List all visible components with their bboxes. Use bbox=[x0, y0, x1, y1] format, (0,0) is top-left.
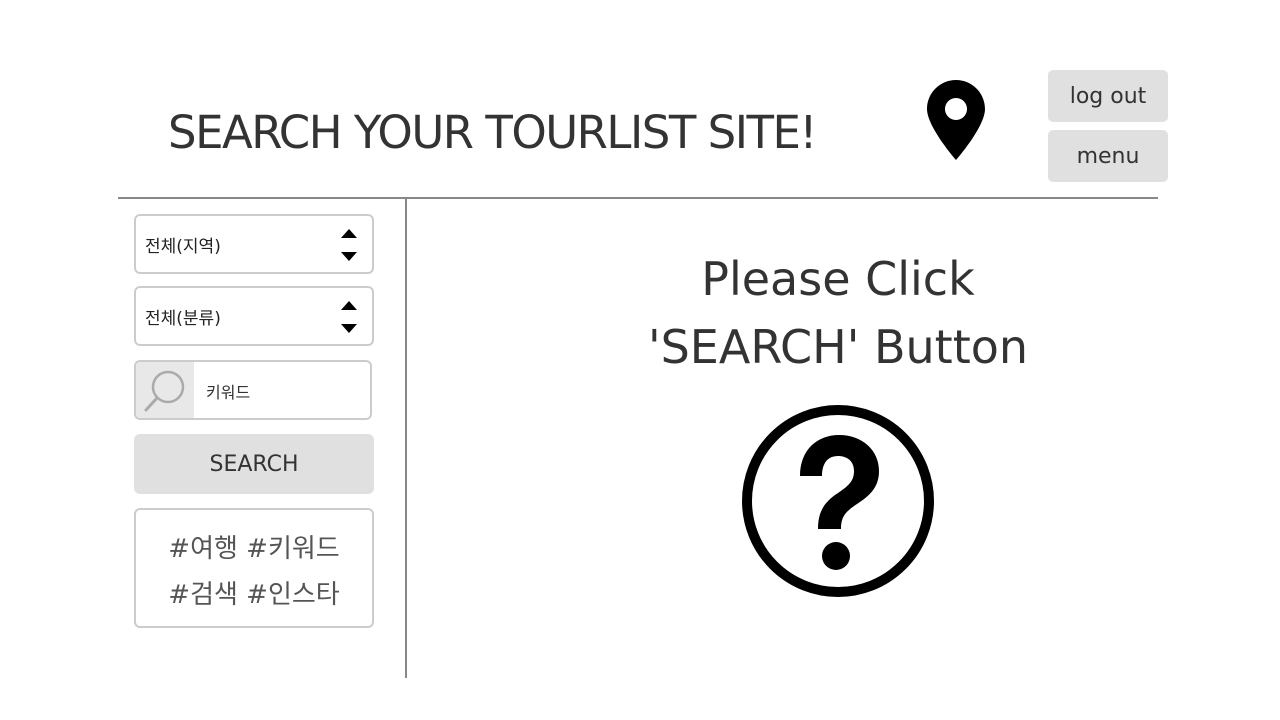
up-down-stepper-icon bbox=[341, 229, 357, 261]
sidebar-divider bbox=[405, 197, 407, 678]
header-divider bbox=[118, 197, 1158, 199]
map-pin-icon bbox=[927, 80, 985, 160]
region-select[interactable]: 전체(지역) bbox=[134, 214, 374, 274]
search-icon bbox=[144, 370, 185, 412]
prompt-line: 'SEARCH' Button bbox=[647, 320, 1029, 374]
question-mark-circle-icon bbox=[742, 405, 934, 597]
search-icon-area bbox=[136, 362, 194, 418]
category-select-value: 전체(분류) bbox=[145, 308, 221, 329]
keyword-search-input[interactable]: 키워드 bbox=[134, 360, 372, 420]
hashtag-box: #여행 #키워드 #검색 #인스타 bbox=[134, 508, 374, 628]
keyword-placeholder: 키워드 bbox=[206, 383, 251, 402]
category-select[interactable]: 전체(분류) bbox=[134, 286, 374, 346]
prompt-line: Please Click bbox=[701, 252, 975, 306]
hashtag-line: #여행 #키워드 bbox=[168, 534, 340, 564]
region-select-value: 전체(지역) bbox=[145, 236, 221, 257]
search-button[interactable]: SEARCH bbox=[134, 434, 374, 494]
up-down-stepper-icon bbox=[341, 301, 357, 333]
page-title: SEARCH YOUR TOURLIST SITE! bbox=[168, 106, 817, 159]
menu-button[interactable]: menu bbox=[1048, 130, 1168, 182]
logout-button[interactable]: log out bbox=[1048, 70, 1168, 122]
hashtag-line: #검색 #인스타 bbox=[168, 580, 340, 610]
